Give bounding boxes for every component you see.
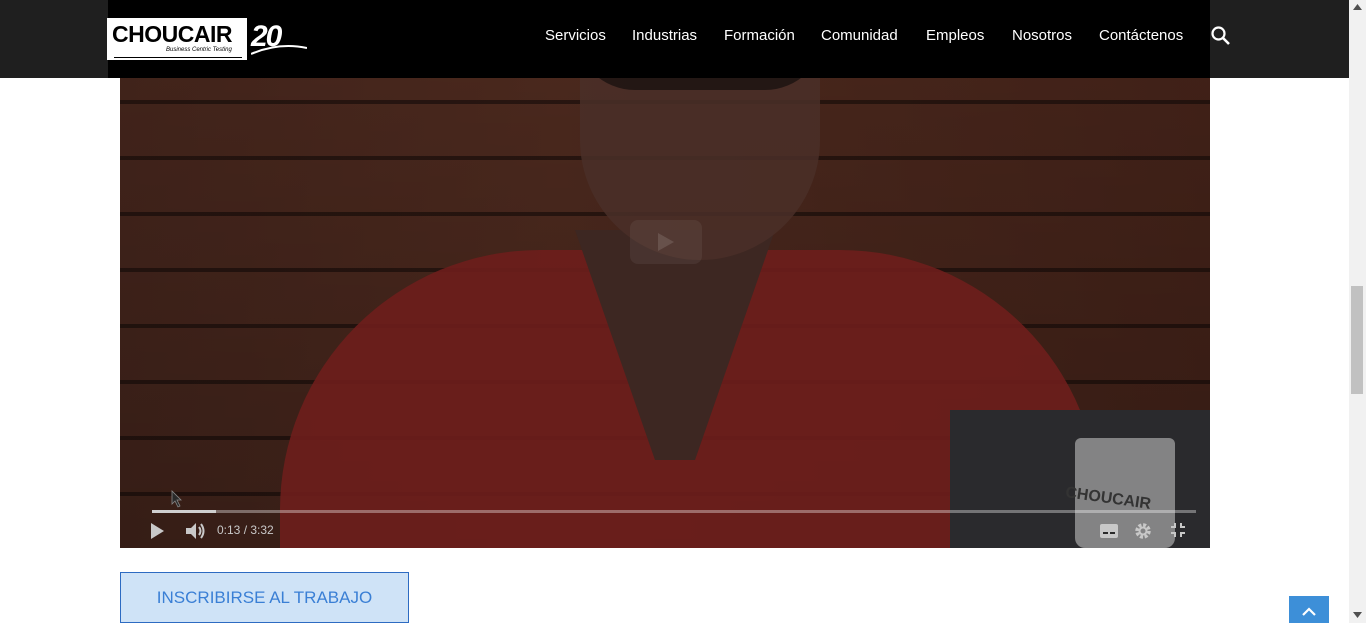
video-progress-bar[interactable]: [152, 510, 1196, 513]
video-player[interactable]: CHOUCAIR 0:13 / 3:32: [120, 0, 1210, 548]
site-header: CHOUCAIR Business Centric Testing 20 Ser…: [0, 0, 1349, 78]
nav-empleos[interactable]: Empleos: [926, 27, 984, 44]
logo-tagline: Business Centric Testing: [166, 47, 232, 53]
scroll-down-arrow-icon[interactable]: [1353, 612, 1362, 618]
mouse-cursor-icon: [171, 490, 182, 508]
search-icon[interactable]: [1210, 25, 1232, 47]
scrollbar-thumb[interactable]: [1351, 286, 1363, 394]
choucair-logo[interactable]: CHOUCAIR Business Centric Testing 20: [107, 18, 307, 62]
exit-fullscreen-icon[interactable]: [1170, 522, 1186, 538]
video-progress-fill: [152, 510, 216, 513]
play-icon[interactable]: [149, 522, 165, 540]
nav-formacion[interactable]: Formación: [724, 27, 795, 44]
logo-wordmark: CHOUCAIR: [112, 21, 232, 47]
nav-servicios[interactable]: Servicios: [545, 27, 606, 44]
big-play-icon: [658, 233, 674, 251]
settings-icon[interactable]: [1134, 522, 1152, 540]
captions-icon[interactable]: [1099, 523, 1119, 539]
logo-underline: [114, 57, 242, 58]
volume-icon[interactable]: [185, 521, 207, 541]
nav-contactenos[interactable]: Contáctenos: [1099, 27, 1183, 44]
big-play-button[interactable]: [630, 220, 702, 264]
video-time: 0:13 / 3:32: [217, 523, 274, 537]
back-to-top-button[interactable]: [1289, 596, 1329, 623]
nav-nosotros[interactable]: Nosotros: [1012, 27, 1072, 44]
nav-industrias[interactable]: Industrias: [632, 27, 697, 44]
nav-comunidad[interactable]: Comunidad: [821, 27, 898, 44]
page-scrollbar[interactable]: [1349, 0, 1366, 623]
scroll-up-arrow-icon[interactable]: [1353, 4, 1362, 10]
apply-job-button[interactable]: INSCRIBIRSE AL TRABAJO: [120, 572, 409, 623]
logo-box: CHOUCAIR Business Centric Testing: [107, 18, 247, 60]
chevron-up-icon: [1302, 607, 1316, 616]
logo-swoosh-icon: [251, 45, 307, 55]
